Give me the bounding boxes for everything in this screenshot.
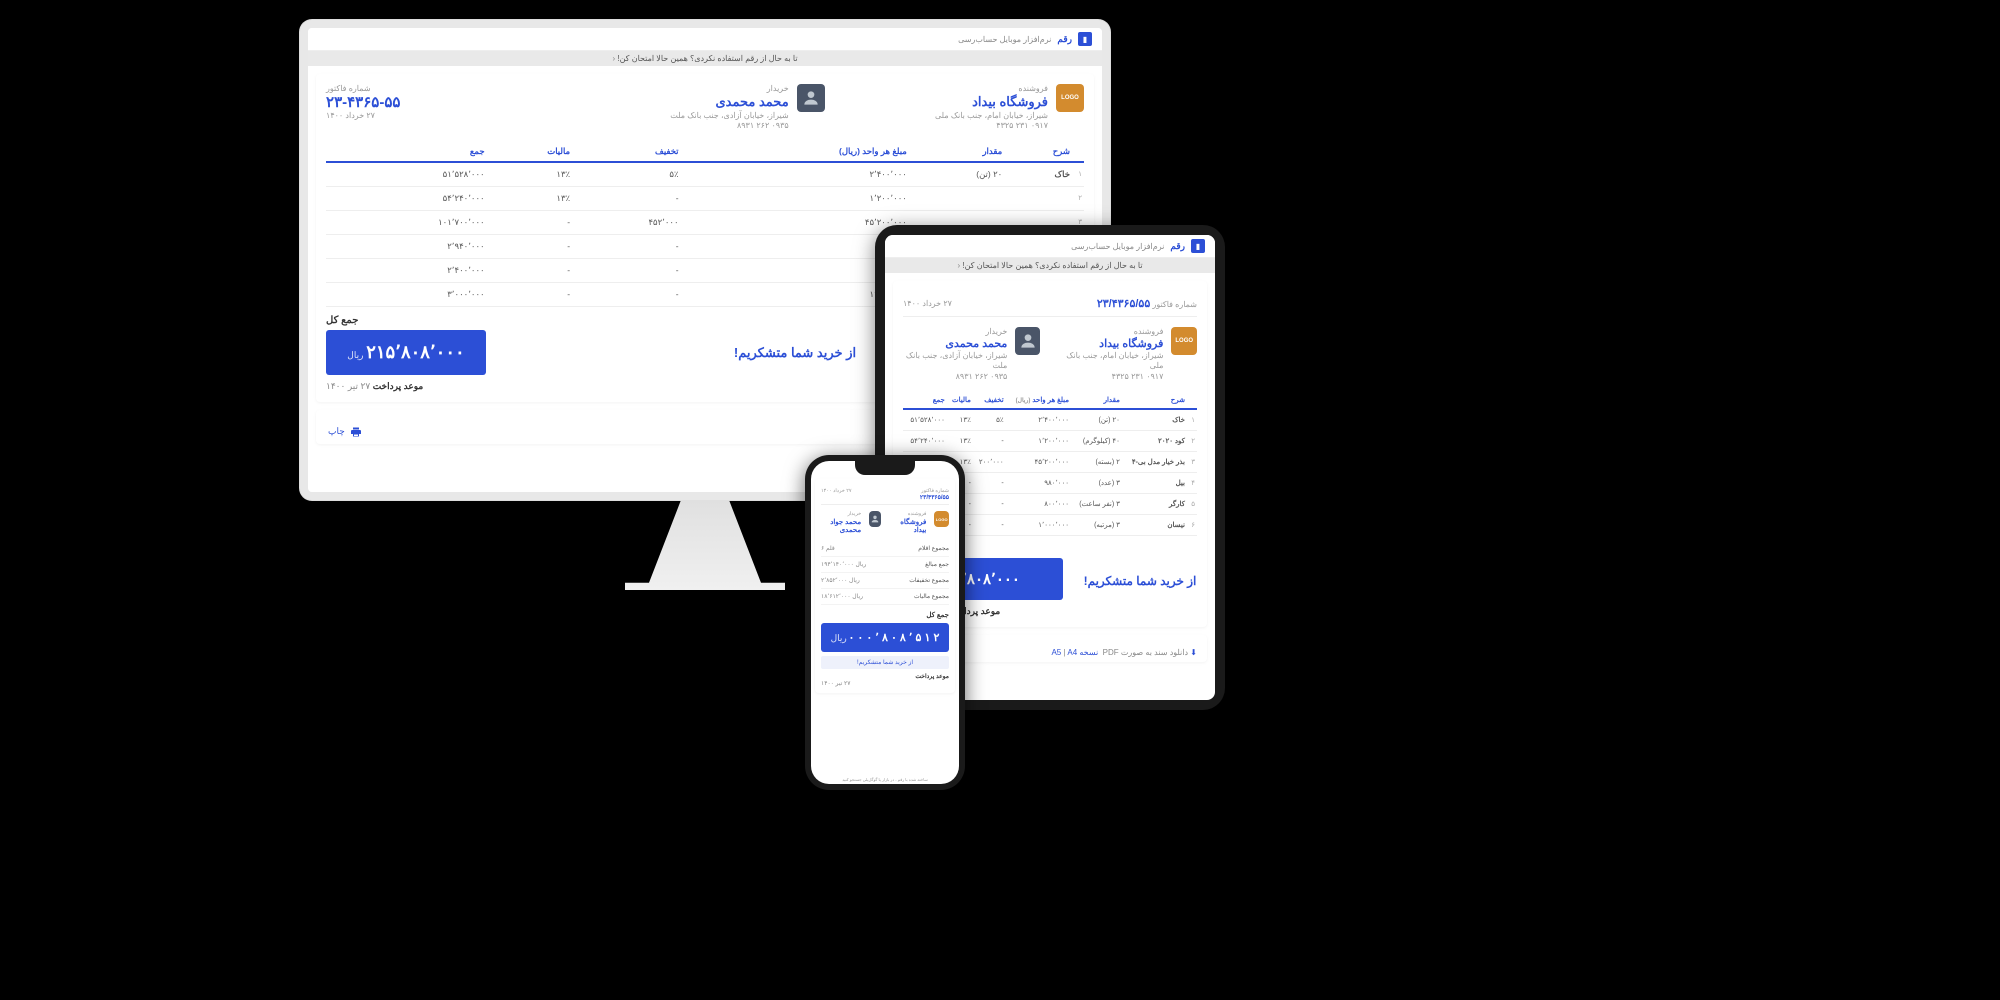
table-row: ۱خاک۲۰ (تن)۲٬۴۰۰٬۰۰۰۵٪۱۳٪۵۱٬۵۲۸٬۰۰۰ [903,409,1197,431]
seller-logo-icon: LOGO [1171,327,1197,355]
buyer-block: خریدار محمد محمدی شیراز، خیابان آزادی، ج… [903,327,1040,382]
invoice-number: ۲۳-۴۳۶۵-۵۵ [326,93,565,111]
chevron-left-icon: ‹ [957,261,960,270]
table-row: ۲کود ۲۰۲۰۴۰ (کیلوگرم)۱٬۲۰۰٬۰۰۰-۱۳٪۵۴٬۲۴۰… [903,431,1197,452]
phone-footer: ساخته شده با رقم - در بازار یا گوگل‌پلی … [811,777,959,782]
grand-total: ۲۱۵٬۸۰۸٬۰۰۰ ریال [326,330,486,375]
seller-logo-icon: LOGO [934,511,949,527]
invoice-topbar: شماره فاکتور ۲۳/۴۳۶۵/۵۵ ۲۷ خرداد ۱۴۰۰ [903,291,1197,317]
app-name: رقم [1057,34,1072,45]
invoice-number-block: شماره فاکتور ۲۳-۴۳۶۵-۵۵ ۲۷ خرداد ۱۴۰۰ [326,84,565,132]
thanks-text: از خرید شما متشکریم! [821,656,949,669]
buyer-avatar-icon [869,511,881,527]
app-logo-icon: ▮ [1078,32,1092,46]
grand-total: ۲ ۱ ۵ ٬ ۸ ۰ ۸ ٬ ۰ ۰ ۰ ریال [821,623,949,652]
promo-banner[interactable]: تا به حال از رقم استفاده نکردی؟ همین حال… [885,258,1215,273]
table-row: ۱خاک۲۰ (تن)۲٬۴۰۰٬۰۰۰۵٪۱۳٪۵۱٬۵۲۸٬۰۰۰ [326,162,1084,187]
due-date: موعد پرداخت ۲۷ تیر ۱۴۰۰ [326,381,486,392]
buyer-avatar-icon [1015,327,1040,355]
phone-notch [855,461,915,475]
chevron-left-icon: ‹ [612,54,615,63]
seller-block: LOGO فروشنده فروشگاه بیداد شیراز، خیابان… [1060,327,1197,382]
buyer-block: خریدارمحمد جواد محمدی [821,511,881,535]
print-icon [350,426,362,438]
app-header: ▮ رقم نرم‌افزار موبایل حساب‌رسی [885,235,1215,258]
seller-block: LOGO فروشنده فروشگاه بیداد شیراز، خیابان… [845,84,1084,132]
phone-app: شماره فاکتور۲۳/۴۳۶۵/۵۵ ۲۷ خرداد ۱۴۰۰ LOG… [811,461,959,784]
app-tagline: نرم‌افزار موبایل حساب‌رسی [958,35,1051,44]
app-header: ▮ رقم نرم‌افزار موبایل حساب‌رسی [308,28,1102,51]
buyer-avatar-icon [797,84,825,112]
buyer-name: محمد محمدی [670,94,788,110]
seller-name: فروشگاه بیداد [935,94,1048,110]
invoice-topbar: شماره فاکتور۲۳/۴۳۶۵/۵۵ ۲۷ خرداد ۱۴۰۰ [821,485,949,505]
phone-mockup: شماره فاکتور۲۳/۴۳۶۵/۵۵ ۲۷ خرداد ۱۴۰۰ LOG… [805,455,965,790]
summary-list: مجموع اقلام۶ قلم جمع مبالغریال ۱۹۴٬۱۴۰٬۰… [821,541,949,605]
seller-block: LOGO فروشندهفروشگاه بیداد [889,511,949,535]
seller-logo-icon: LOGO [1056,84,1084,112]
buyer-block: خریدار محمد محمدی شیراز، خیابان آزادی، ج… [585,84,824,132]
promo-banner[interactable]: تا به حال از رقم استفاده نکردی؟ همین حال… [308,51,1102,66]
app-logo-icon: ▮ [1191,239,1205,253]
table-row: ۲۱٬۲۰۰٬۰۰۰-۱۳٪۵۴٬۲۴۰٬۰۰۰ [326,186,1084,210]
